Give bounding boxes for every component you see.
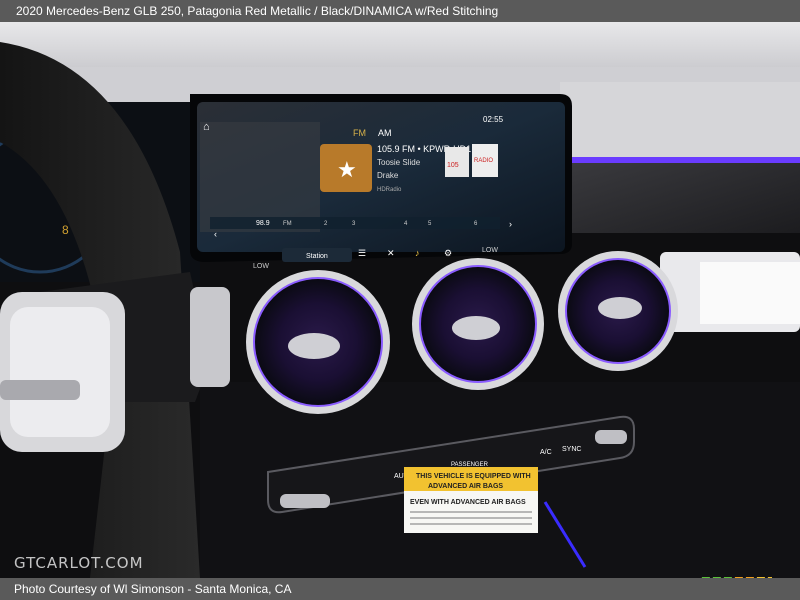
band-label-am[interactable]: AM — [378, 128, 392, 138]
sticker-line-3: EVEN WITH ADVANCED AIR BAGS — [410, 499, 526, 506]
watermark: GTCARLOT.COM — [14, 554, 144, 572]
station-badge-2[interactable]: RADIO — [474, 158, 493, 164]
steering-button[interactable] — [0, 380, 80, 400]
clock-time: 02:55 — [483, 115, 504, 124]
temp-toggle-right[interactable] — [595, 430, 627, 444]
photo-credit-bar: Photo Courtesy of Wl Simonson - Santa Mo… — [0, 578, 800, 600]
hd-radio-logo: HDRadio — [377, 187, 402, 193]
listing-title-bar: 2020 Mercedes-Benz GLB 250, Patagonia Re… — [0, 0, 800, 22]
sticker-line-1: THIS VEHICLE IS EQUIPPED WITH — [416, 473, 531, 480]
chevron-right-icon[interactable]: › — [509, 219, 512, 229]
station-button-label: Station — [306, 253, 328, 260]
home-icon[interactable]: ⌂ — [203, 121, 210, 133]
frequency-unit: FM — [283, 221, 292, 227]
svg-text:8: 8 — [62, 223, 69, 237]
station-badge-1[interactable]: 105 — [447, 162, 459, 169]
dashboard-scene: 8 ★ ⌂ FM AM 02:55 105.9 FM • KPWR-HD1 To… — [0, 22, 800, 578]
steering-spoke — [190, 287, 230, 387]
star-icon: ★ — [337, 157, 357, 182]
sticker-line-2: ADVANCED AIR BAGS — [428, 483, 503, 490]
vent-knob[interactable] — [288, 333, 340, 359]
song-title: Toosie Slide — [377, 158, 421, 167]
temp-low-left: LOW — [253, 263, 269, 270]
ambient-light-strip — [565, 157, 800, 163]
chevron-left-icon[interactable]: ‹ — [214, 229, 217, 239]
car-interior-photo: 8 ★ ⌂ FM AM 02:55 105.9 FM • KPWR-HD1 To… — [0, 22, 800, 578]
frequency-value: 98.9 — [256, 220, 270, 227]
list-icon[interactable]: ☰ — [358, 248, 366, 258]
vent-knob[interactable] — [452, 316, 500, 340]
mute-icon[interactable]: ✕ — [387, 248, 395, 258]
airbag-warning-sticker: THIS VEHICLE IS EQUIPPED WITH ADVANCED A… — [404, 467, 538, 533]
temp-low-right: LOW — [482, 247, 498, 254]
vent-knob[interactable] — [598, 297, 642, 319]
temp-toggle-left[interactable] — [280, 494, 330, 508]
carbon-trim — [565, 163, 800, 233]
sound-icon[interactable]: ♪ — [415, 248, 420, 258]
air-vent-left[interactable] — [246, 270, 390, 414]
ac-button[interactable]: A/C — [540, 449, 552, 456]
air-vent-right[interactable] — [558, 251, 678, 371]
listing-title: 2020 Mercedes-Benz GLB 250, Patagonia Re… — [16, 4, 499, 18]
infotainment-screen[interactable]: ★ ⌂ FM AM 02:55 105.9 FM • KPWR-HD1 Toos… — [190, 94, 572, 270]
photo-credit: Photo Courtesy of Wl Simonson - Santa Mo… — [14, 582, 292, 596]
settings-icon[interactable]: ⚙ — [444, 248, 452, 258]
air-vent-center[interactable] — [412, 258, 544, 390]
artist-name: Drake — [377, 171, 399, 180]
band-label-fm[interactable]: FM — [353, 128, 366, 138]
sync-button[interactable]: SYNC — [562, 446, 581, 453]
